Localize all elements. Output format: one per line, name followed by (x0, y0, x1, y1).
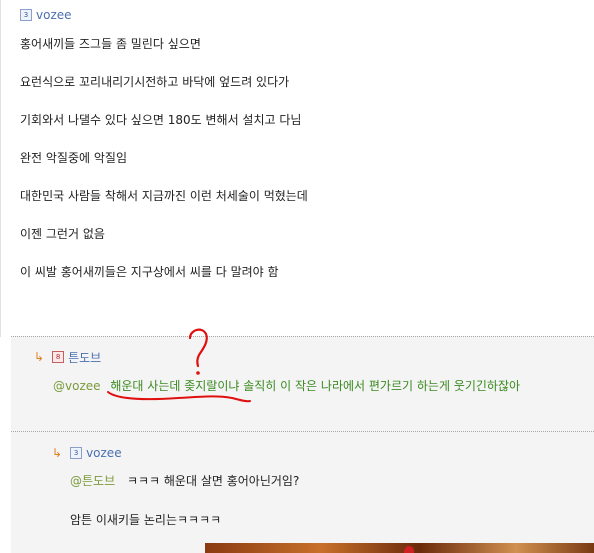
level-badge: 8 (52, 351, 65, 363)
post-line: 이젠 그런거 없음 (20, 227, 105, 241)
comment-author: ↳ 3 vozee (52, 445, 122, 461)
comment-body: 암튼 이새키들 논리는ㅋㅋㅋㅋ (70, 513, 222, 527)
comment-body: 해운대 사는데 좆지랄이냐 솔직히 이 작은 나라에서 편가르기 하는게 웃기긴… (110, 379, 521, 393)
level-badge: 3 (70, 447, 83, 459)
divider (11, 336, 594, 337)
post-line: 대한민국 사람들 착해서 지금까진 이런 처세술이 먹혔는데 (20, 189, 308, 203)
post-line: 기회와서 나댈수 있다 싶으면 180도 변해서 설치고 다님 (20, 113, 302, 127)
reply-arrow-icon: ↳ (52, 446, 63, 460)
post-line: 완전 악질중에 악질임 (20, 151, 127, 165)
divider (11, 431, 594, 432)
post-line: 요런식으로 꼬리내리기시전하고 바닥에 엎드려 있다가 (20, 75, 290, 89)
comment-author-name[interactable]: vozee (86, 446, 122, 460)
post-body: 3 vozee 홍어새끼들 즈그들 좀 밀린다 싶으면 요런식으로 꼬리내리기시… (0, 0, 594, 337)
comment-text: @튼도브 ㅋㅋㅋ 해운대 살면 홍어아닌거임? (70, 472, 299, 489)
post-line: 홍어새끼들 즈그들 좀 밀린다 싶으면 (20, 37, 201, 51)
mention-link[interactable]: @vozee (53, 379, 101, 393)
embedded-image (205, 543, 594, 553)
comment-text: @vozee 해운대 사는데 좆지랄이냐 솔직히 이 작은 나라에서 편가르기 … (53, 377, 520, 394)
comment-author: ↳ 8 튼도브 (34, 349, 101, 365)
post-author-name[interactable]: vozee (36, 8, 72, 22)
comment-body: ㅋㅋㅋ 해운대 살면 홍어아닌거임? (126, 474, 300, 488)
level-badge: 3 (20, 9, 32, 21)
image-detail (404, 546, 414, 553)
mention-link[interactable]: @튼도브 (70, 474, 115, 488)
post-line: 이 씨발 홍어새끼들은 지구상에서 씨를 다 말려야 함 (20, 265, 279, 279)
reply-arrow-icon: ↳ (34, 350, 45, 364)
comment-author-name[interactable]: 튼도브 (68, 349, 101, 366)
post-author: 3 vozee (20, 7, 72, 23)
